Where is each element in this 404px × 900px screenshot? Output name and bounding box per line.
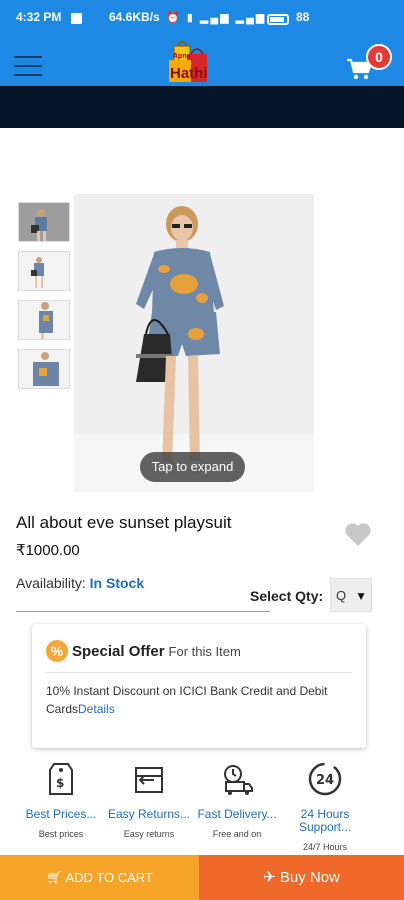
product-main-image[interactable] xyxy=(74,194,314,492)
status-bar: 4:32 PM 64.6KB/s ⏰ ▮ ▂▄▆ ▂▄▆ 88 xyxy=(0,0,404,36)
quantity-select[interactable]: Q ▼ xyxy=(330,578,372,612)
price-tag-icon: $ xyxy=(49,763,73,795)
product-page: 4:32 PM 64.6KB/s ⏰ ▮ ▂▄▆ ▂▄▆ 88 Apna Hat… xyxy=(0,0,404,900)
feature-sub: Easy returns xyxy=(123,829,175,839)
notification-icon xyxy=(71,13,82,24)
offer-heading: Special Offer For this Item xyxy=(72,643,241,660)
battery-icon xyxy=(267,14,289,25)
plane-icon: ✈ xyxy=(263,869,280,886)
thumbnail-4[interactable] xyxy=(18,349,70,389)
24-hours-icon: 24 xyxy=(308,762,342,796)
app-header: Apna Hathi xyxy=(0,36,404,86)
buy-now-button[interactable]: ✈ Buy Now xyxy=(199,855,404,900)
thumbnail-list xyxy=(18,202,72,398)
quantity-value: Q xyxy=(336,588,347,603)
network-speed: 64.6KB/s xyxy=(109,10,160,24)
offer-subtitle: For this Item xyxy=(168,644,241,659)
features-row: $ Best Prices... Best prices Easy Return… xyxy=(16,760,388,855)
availability-label: Availability: xyxy=(16,575,86,591)
hamburger-menu-icon[interactable] xyxy=(14,56,42,78)
svg-text:$: $ xyxy=(56,776,64,790)
offer-divider xyxy=(46,672,352,673)
offer-title: Special Offer xyxy=(72,643,165,660)
feature-name: Easy Returns... xyxy=(107,807,191,821)
logo-text-main: Hathi xyxy=(170,65,208,82)
svg-text:24: 24 xyxy=(316,773,334,788)
feature-sub: Best prices xyxy=(38,829,84,839)
product-title: All about eve sunset playsuit xyxy=(16,513,232,532)
feature-best-prices[interactable]: $ Best Prices... Best prices xyxy=(16,760,106,839)
feature-name: 24 Hours Support... xyxy=(298,807,352,834)
feature-sub: 24/7 Hours xyxy=(302,842,348,852)
percent-icon: % xyxy=(46,640,68,662)
feature-name: Fast Delivery... xyxy=(197,807,277,821)
feature-fast-delivery[interactable]: Fast Delivery... Free and on xyxy=(192,760,282,839)
availability: Availability: In Stock xyxy=(16,575,144,591)
thumbnail-1[interactable] xyxy=(18,202,70,242)
add-to-cart-button[interactable]: 🛒︎ ADD TO CART xyxy=(0,855,199,900)
thumbnail-3[interactable] xyxy=(18,300,70,340)
select-qty-label: Select Qty: xyxy=(250,588,324,604)
divider xyxy=(16,611,270,612)
wishlist-heart-icon[interactable] xyxy=(344,522,372,548)
logo-text-top: Apna xyxy=(173,53,191,60)
cart-count-badge[interactable]: 0 xyxy=(366,44,392,70)
cart-small-icon: 🛒︎ xyxy=(46,870,66,885)
tap-to-expand-pill[interactable]: Tap to expand xyxy=(140,452,245,482)
apna-hathi-logo[interactable]: Apna Hathi xyxy=(165,36,217,86)
offer-details-link[interactable]: Details xyxy=(78,702,115,716)
status-time: 4:32 PM xyxy=(16,10,62,24)
product-price: ₹1000.00 xyxy=(16,542,80,559)
category-nav-band xyxy=(0,86,404,128)
feature-24-hours-support[interactable]: 24 24 Hours Support... 24/7 Hours xyxy=(280,760,370,852)
signal-icons: ⏰ ▮ ▂▄▆ ▂▄▆ xyxy=(166,12,267,24)
special-offer-card: % Special Offer For this Item 10% Instant… xyxy=(32,624,366,748)
thumbnail-2[interactable] xyxy=(18,251,70,291)
feature-easy-returns[interactable]: Easy Returns... Easy returns xyxy=(104,760,194,839)
delivery-truck-icon xyxy=(224,765,253,795)
buy-now-label: Buy Now xyxy=(279,869,340,886)
offer-description: 10% Instant Discount on ICICI Bank Credi… xyxy=(46,682,346,718)
availability-value: In Stock xyxy=(89,575,145,591)
feature-sub: Free and on xyxy=(212,829,262,839)
return-box-icon xyxy=(135,767,163,793)
add-to-cart-label: ADD TO CART xyxy=(65,870,153,885)
battery-percent: 88 xyxy=(296,10,310,24)
dropdown-arrow-icon: ▼ xyxy=(355,589,367,603)
feature-name: Best Prices... xyxy=(25,807,97,821)
